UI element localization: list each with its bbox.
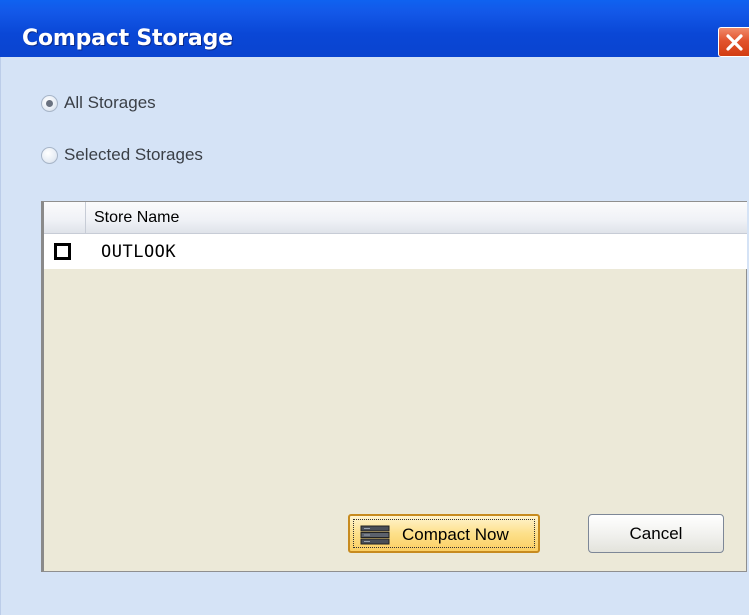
all-storages-option[interactable]: All Storages	[41, 93, 156, 113]
close-button[interactable]	[718, 27, 749, 57]
table-row[interactable]: OUTLOOK	[44, 234, 747, 269]
selected-storages-label: Selected Storages	[64, 145, 203, 164]
all-storages-label: All Storages	[64, 93, 156, 112]
store-name-cell: OUTLOOK	[101, 242, 177, 262]
cancel-label: Cancel	[629, 523, 683, 543]
selected-storages-radio[interactable]	[41, 146, 58, 164]
all-storages-radio[interactable]	[41, 94, 58, 112]
close-icon	[726, 34, 743, 51]
selected-storages-option[interactable]: Selected Storages	[41, 145, 203, 165]
header-store-name[interactable]: Store Name	[94, 209, 179, 227]
window-title: Compact Storage	[22, 26, 233, 51]
grid-header: Store Name	[44, 202, 747, 234]
storage-icon	[360, 525, 390, 545]
compact-now-button[interactable]: Compact Now	[348, 514, 540, 553]
cancel-button[interactable]: Cancel	[588, 514, 724, 553]
compact-now-label: Compact Now	[402, 525, 509, 544]
header-check-column[interactable]	[44, 202, 86, 233]
compact-storage-dialog: Compact Storage All Storages Selected St…	[0, 0, 749, 615]
store-checkbox[interactable]	[54, 243, 71, 260]
